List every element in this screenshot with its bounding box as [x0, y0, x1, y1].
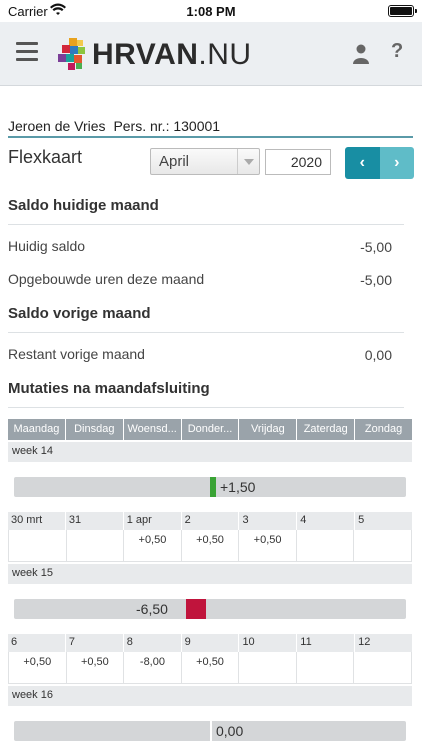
day-value[interactable]	[353, 530, 413, 561]
day-value[interactable]: +0,50	[238, 530, 296, 561]
week-saldo-bar: +1,50	[14, 477, 406, 497]
week-saldo-bar: 0,00	[14, 721, 406, 741]
week-header: week 15	[8, 564, 412, 584]
day-date: 12	[355, 634, 413, 652]
weekday-tuesday: Dinsdag	[65, 419, 124, 440]
row-label: Opgebouwde uren deze maand	[8, 271, 205, 287]
day-value[interactable]	[8, 530, 66, 561]
weekday-wednesday: Woensd...	[123, 419, 182, 440]
weekday-friday: Vrijdag	[239, 419, 298, 440]
week-values: +0,50 +0,50 +0,50	[8, 530, 413, 562]
day-value[interactable]	[295, 652, 354, 683]
day-date: 4	[297, 512, 356, 530]
row-value: -5,00	[360, 272, 392, 288]
brand-light: .NU	[198, 38, 252, 71]
weekday-monday: Maandag	[8, 419, 66, 440]
employee-name: Jeroen de Vries	[8, 118, 106, 134]
week-saldo-value: +1,50	[220, 479, 256, 495]
day-value[interactable]: +0,50	[123, 530, 181, 561]
week-saldo-row: +1,50	[8, 462, 412, 512]
row-opgebouwde-uren: Opgebouwde uren deze maand -5,00	[8, 271, 392, 288]
divider	[8, 224, 404, 225]
day-date: 1 apr	[123, 512, 182, 530]
weekday-saturday: Zaterdag	[297, 419, 356, 440]
month-select[interactable]: April	[150, 148, 260, 175]
weekday-sunday: Zondag	[355, 419, 413, 440]
row-label: Huidig saldo	[8, 238, 86, 254]
week-saldo-row: 0,00	[8, 706, 412, 750]
day-date: 11	[297, 634, 356, 652]
employee-info: Jeroen de Vries Pers. nr.: 130001	[8, 118, 413, 138]
day-value[interactable]: -8,00	[123, 652, 181, 683]
week-header: week 16	[8, 686, 412, 706]
week-saldo-value: 0,00	[216, 723, 244, 739]
previous-month-button[interactable]: ‹	[345, 147, 380, 179]
day-value[interactable]: +0,50	[180, 652, 239, 683]
hrvan-logo	[58, 38, 85, 70]
month-nav: ‹ ›	[345, 147, 414, 179]
personnel-number: Pers. nr.: 130001	[113, 118, 221, 134]
day-date: 8	[123, 634, 182, 652]
day-date: 10	[239, 634, 298, 652]
section-heading-previous: Saldo vorige maand	[8, 305, 151, 322]
battery-icon	[388, 5, 417, 17]
day-value[interactable]	[295, 530, 354, 561]
app-header: HRVAN.NU ?	[0, 22, 422, 86]
section-heading-current: Saldo huidige maand	[8, 197, 159, 214]
day-date: 5	[355, 512, 413, 530]
day-date: 7	[65, 634, 124, 652]
weekday-header: Maandag Dinsdag Woensd... Donder... Vrij…	[8, 419, 413, 440]
week-saldo-row: -6,50	[8, 584, 412, 634]
day-date: 9	[181, 634, 240, 652]
day-value[interactable]: +0,50	[65, 652, 124, 683]
help-icon[interactable]: ?	[391, 40, 403, 63]
day-date: 2	[181, 512, 240, 530]
day-value[interactable]: +0,50	[180, 530, 239, 561]
day-value[interactable]	[65, 530, 124, 561]
week-dates: 6 7 8 9 10 11 12	[8, 634, 413, 652]
week-dates: 30 mrt 31 1 apr 2 3 4 5	[8, 512, 413, 530]
year-input[interactable]: 2020	[265, 149, 331, 175]
day-date: 30 mrt	[8, 512, 66, 530]
day-value[interactable]	[238, 652, 296, 683]
week-header: week 14	[8, 442, 412, 462]
chevron-down-icon	[237, 149, 259, 174]
row-restant-vorige-maand: Restant vorige maand 0,00	[8, 346, 392, 363]
week-saldo-bar: -6,50	[14, 599, 406, 619]
day-date: 31	[65, 512, 124, 530]
week-values: +0,50 +0,50 -8,00 +0,50	[8, 652, 413, 684]
next-month-button[interactable]: ›	[379, 147, 414, 179]
week-saldo-marker	[210, 721, 212, 741]
clock: 1:08 PM	[186, 4, 236, 19]
brand-name: HRVAN.NU	[92, 38, 252, 72]
page-title: Flexkaart	[8, 147, 83, 167]
day-value[interactable]	[353, 652, 413, 683]
row-value: 0,00	[364, 347, 392, 363]
user-icon[interactable]	[352, 44, 370, 64]
row-label: Restant vorige maand	[8, 346, 145, 362]
menu-icon[interactable]	[16, 42, 38, 64]
brand-bold: HRVAN	[92, 38, 199, 71]
month-select-value: April	[159, 153, 190, 170]
day-value[interactable]: +0,50	[8, 652, 66, 683]
status-bar: Carrier 1:08 PM	[0, 0, 422, 22]
row-value: -5,00	[360, 239, 392, 255]
day-date: 3	[239, 512, 298, 530]
divider	[8, 407, 404, 408]
row-huidig-saldo: Huidig saldo -5,00	[8, 238, 392, 255]
mutations-calendar: Maandag Dinsdag Woensd... Donder... Vrij…	[8, 419, 413, 750]
week-saldo-value: -6,50	[136, 601, 168, 617]
day-date: 6	[8, 634, 66, 652]
section-heading-mutations: Mutaties na maandafsluiting	[8, 380, 210, 397]
divider	[8, 332, 404, 333]
weekday-thursday: Donder...	[181, 419, 240, 440]
week-saldo-marker	[186, 599, 206, 619]
week-saldo-marker	[210, 477, 216, 497]
